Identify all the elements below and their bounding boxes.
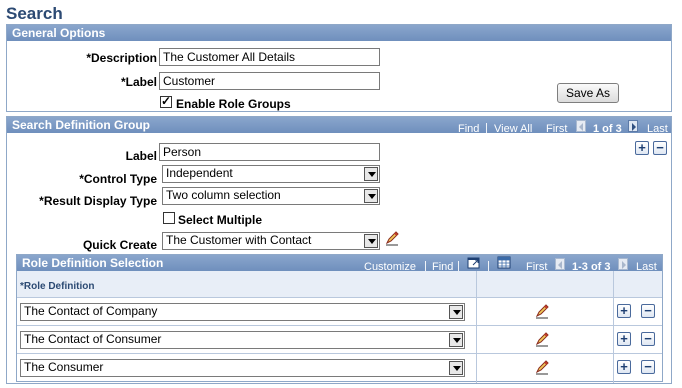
- result-display-type-value: Two column selection: [166, 188, 281, 202]
- chevron-down-icon: [364, 234, 378, 248]
- control-type-value: Independent: [166, 166, 233, 180]
- role-definition-value: The Contact of Consumer: [24, 332, 162, 346]
- group-label-label: Label: [125, 149, 157, 163]
- add-row-icon[interactable]: +: [617, 304, 631, 318]
- chevron-down-icon: [449, 305, 463, 319]
- delete-row-icon[interactable]: −: [641, 332, 655, 346]
- control-type-select[interactable]: Independent: [162, 165, 380, 183]
- control-type-label: *Control Type: [79, 172, 157, 186]
- add-row-icon[interactable]: +: [635, 141, 649, 155]
- delete-row-icon[interactable]: −: [641, 304, 655, 318]
- chevron-down-icon: [449, 361, 463, 375]
- result-display-type-select[interactable]: Two column selection: [162, 187, 380, 205]
- chevron-down-icon: [364, 189, 378, 203]
- view-all-link[interactable]: View All: [494, 123, 532, 135]
- save-as-button[interactable]: Save As: [557, 83, 619, 103]
- last-link[interactable]: Last: [647, 123, 668, 135]
- find-link[interactable]: Find: [458, 123, 479, 135]
- search-definition-group-title: Search Definition Group: [12, 118, 151, 132]
- next-icon[interactable]: [628, 120, 638, 132]
- select-multiple-label: Select Multiple: [178, 213, 263, 227]
- add-row-icon[interactable]: +: [617, 360, 631, 374]
- general-options-panel: General Options *Description *Label Enab…: [6, 24, 672, 112]
- quick-create-value: The Customer with Contact: [166, 233, 312, 247]
- search-definition-group-panel: Search Definition Group Find | View All …: [6, 116, 672, 384]
- role-definition-selection-header: Role Definition Selection: [17, 255, 662, 271]
- role-definition-select-2[interactable]: The Contact of Consumer: [20, 331, 465, 349]
- previous-icon: [576, 120, 586, 132]
- add-row-icon[interactable]: +: [617, 332, 631, 346]
- download-grid-icon[interactable]: [497, 256, 511, 269]
- select-multiple-checkbox[interactable]: [163, 212, 175, 224]
- next-icon: [618, 258, 628, 270]
- chevron-down-icon: [364, 167, 378, 181]
- role-definition-value: The Contact of Company: [24, 304, 158, 318]
- result-display-type-label: *Result Display Type: [39, 194, 157, 208]
- edit-quick-create-icon[interactable]: [384, 230, 400, 246]
- description-input[interactable]: [159, 48, 380, 66]
- role-definition-select-1[interactable]: The Contact of Company: [20, 303, 465, 321]
- row-range: 1 of 3: [593, 123, 622, 135]
- chevron-down-icon: [449, 333, 463, 347]
- role-definition-value: The Consumer: [24, 360, 104, 374]
- group-label-input[interactable]: [159, 143, 380, 161]
- search-definition-group-header: Search Definition Group: [7, 117, 671, 133]
- label-label: *Label: [120, 75, 157, 89]
- role-definition-selection-grid: Role Definition Selection Customize | Fi…: [16, 254, 663, 383]
- quick-create-label: Quick Create: [82, 238, 157, 252]
- first-nav-label: First: [546, 123, 568, 135]
- page-title: Search: [6, 4, 63, 23]
- general-options-header: General Options: [7, 25, 671, 41]
- delete-row-icon[interactable]: −: [641, 360, 655, 374]
- label-input[interactable]: [159, 72, 380, 90]
- edit-row-icon[interactable]: [534, 303, 550, 319]
- edit-row-icon[interactable]: [534, 331, 550, 347]
- role-definition-column-header: *Role Definition: [20, 281, 95, 292]
- delete-row-icon[interactable]: −: [653, 141, 667, 155]
- description-label: *Description: [86, 51, 157, 65]
- quick-create-select[interactable]: The Customer with Contact: [162, 232, 380, 250]
- previous-icon: [555, 258, 565, 270]
- enable-role-groups-checkbox[interactable]: [160, 94, 172, 108]
- role-definition-selection-title: Role Definition Selection: [22, 256, 164, 270]
- nav-separator: |: [485, 122, 488, 134]
- role-definition-select-3[interactable]: The Consumer: [20, 359, 465, 377]
- view-in-new-window-icon[interactable]: [467, 256, 481, 269]
- enable-role-groups-label: Enable Role Groups: [176, 97, 291, 111]
- edit-row-icon[interactable]: [534, 359, 550, 375]
- column-header-row: [17, 271, 662, 298]
